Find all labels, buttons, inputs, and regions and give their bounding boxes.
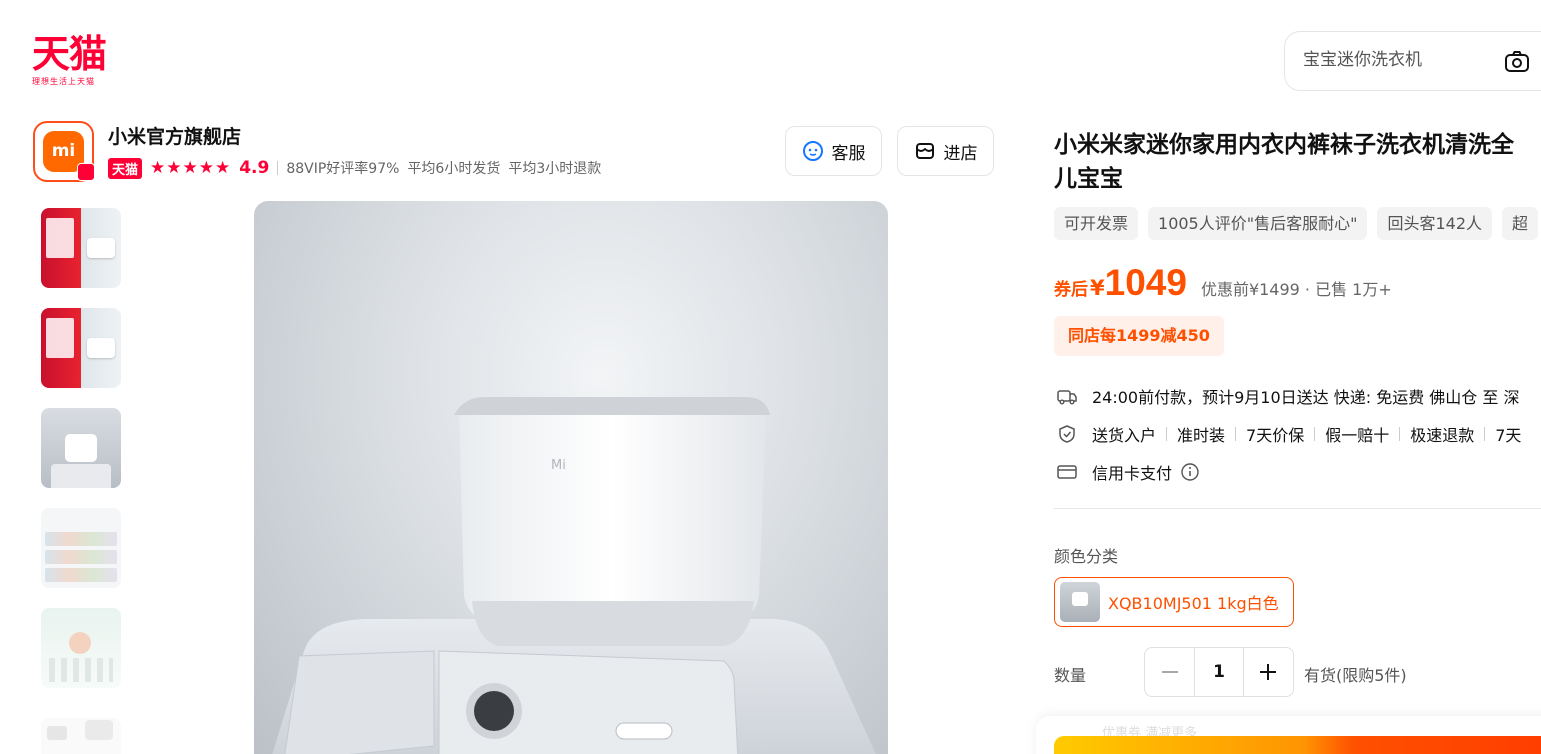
washer-illustration: Mi <box>272 397 876 754</box>
payment-text: 信用卡支付 <box>1092 464 1173 483</box>
thumbnail-1[interactable] <box>41 208 121 288</box>
thumbnail-2[interactable] <box>41 308 121 388</box>
tmall-logo[interactable]: 天猫 理想生活上天猫 <box>32 34 118 90</box>
delivery-row: 24:00前付款，预计9月10日送达 快递: 免运费 佛山仓 至 深 <box>1056 384 1519 408</box>
service-item: 送货入户 <box>1092 426 1157 445</box>
tmall-badge: 天猫 <box>108 157 143 179</box>
info-icon[interactable] <box>1180 462 1200 482</box>
services-row[interactable]: 送货入户 准时装 7天价保 假一赔十 极速退款 7天 <box>1056 422 1531 446</box>
thumbnail-6[interactable] <box>41 718 121 754</box>
service-item: 7天 <box>1495 426 1522 445</box>
service-item: 极速退款 <box>1410 426 1475 445</box>
quantity-label: 数量 <box>1054 666 1087 685</box>
currency-symbol: ¥ <box>1090 276 1105 300</box>
product-title: 小米米家迷你家用内衣内裤袜子洗衣机清洗全 儿宝宝 <box>1054 128 1541 196</box>
title-line-1: 小米米家迷你家用内衣内裤袜子洗衣机清洗全 <box>1054 132 1514 158</box>
shop-logo[interactable]: mi <box>33 121 95 182</box>
color-label: 颜色分类 <box>1054 547 1119 566</box>
shield-icon <box>1059 425 1075 443</box>
credit-card-icon <box>1057 465 1077 479</box>
camera-icon[interactable] <box>1503 48 1531 76</box>
quantity-value[interactable]: 1 <box>1194 648 1244 696</box>
main-product-image[interactable]: Mi <box>254 201 888 754</box>
enter-shop-button[interactable]: 进店 <box>897 126 994 176</box>
customer-service-button[interactable]: 客服 <box>785 126 882 176</box>
price-row: 券后 ¥ 1049 优惠前¥1499 · 已售 1万+ <box>1054 262 1392 304</box>
logo-slogan: 理想生活上天猫 <box>32 77 95 86</box>
service-label: 客服 <box>831 143 866 164</box>
svg-text:Mi: Mi <box>551 458 566 473</box>
service-list: 送货入户 准时装 7天价保 假一赔十 极速退款 7天 <box>1092 422 1531 446</box>
thumbnail-4[interactable] <box>41 508 121 588</box>
increase-button[interactable] <box>1244 648 1293 696</box>
decrease-button[interactable] <box>1145 648 1194 696</box>
service-item: 假一赔十 <box>1325 426 1390 445</box>
thumbnail-3[interactable] <box>41 408 121 488</box>
minus-icon <box>1161 671 1178 673</box>
shop-rating: 4.9 <box>239 158 270 178</box>
product-tags: 可开发票 1005人评价"售后客服耐心" 回头客142人 超 <box>1054 207 1539 240</box>
title-line-2: 儿宝宝 <box>1054 166 1123 192</box>
service-icon <box>802 141 823 161</box>
service-item: 7天价保 <box>1246 426 1305 445</box>
section-divider <box>1054 508 1541 509</box>
refund-time: 平均3小时退款 <box>508 161 602 177</box>
shop-name[interactable]: 小米官方旗舰店 <box>108 122 241 149</box>
payment-row: 信用卡支付 <box>1056 460 1200 484</box>
tmall-mini-icon <box>77 163 95 181</box>
stock-status: 有货(限购5件) <box>1304 666 1407 685</box>
star-rating-icon: ★★★★★ <box>150 158 232 178</box>
price-prefix: 券后 <box>1054 280 1088 300</box>
truck-icon <box>1057 390 1077 405</box>
promo-badge[interactable]: 同店每1499减450 <box>1054 316 1224 356</box>
search-box[interactable] <box>1284 31 1541 91</box>
tag-invoice: 可开发票 <box>1054 207 1139 240</box>
buy-button-bar[interactable] <box>1054 736 1541 754</box>
ship-time: 平均6小时发货 <box>407 161 501 177</box>
search-input[interactable] <box>1303 50 1493 70</box>
vip-rate: 88VIP好评率97% <box>286 161 400 177</box>
sku-thumbnail <box>1060 582 1100 622</box>
shop-icon <box>915 143 934 159</box>
enter-label: 进店 <box>943 143 978 164</box>
shop-meta: 天猫 ★★★★★ 4.9 88VIP好评率97% 平均6小时发货 平均3小时退款 <box>108 156 601 180</box>
sku-name: XQB10MJ501 1kg白色 <box>1108 594 1279 613</box>
original-price-sales: 优惠前¥1499 · 已售 1万+ <box>1200 280 1392 299</box>
divider <box>277 161 279 175</box>
sku-option-selected[interactable]: XQB10MJ501 1kg白色 <box>1054 577 1294 627</box>
plus-icon <box>1260 664 1277 680</box>
quantity-stepper[interactable]: 1 <box>1144 647 1294 697</box>
tag-repeat-buyers: 回头客142人 <box>1377 207 1493 240</box>
thumbnail-5[interactable] <box>41 608 121 688</box>
service-item: 准时装 <box>1177 426 1226 445</box>
logo-text: 天猫 <box>32 31 107 76</box>
price: 1049 <box>1104 262 1187 303</box>
tag-more: 超 <box>1502 207 1539 240</box>
delivery-text[interactable]: 24:00前付款，预计9月10日送达 快递: 免运费 佛山仓 至 深 <box>1092 384 1519 408</box>
tag-reviews[interactable]: 1005人评价"售后客服耐心" <box>1148 207 1368 240</box>
